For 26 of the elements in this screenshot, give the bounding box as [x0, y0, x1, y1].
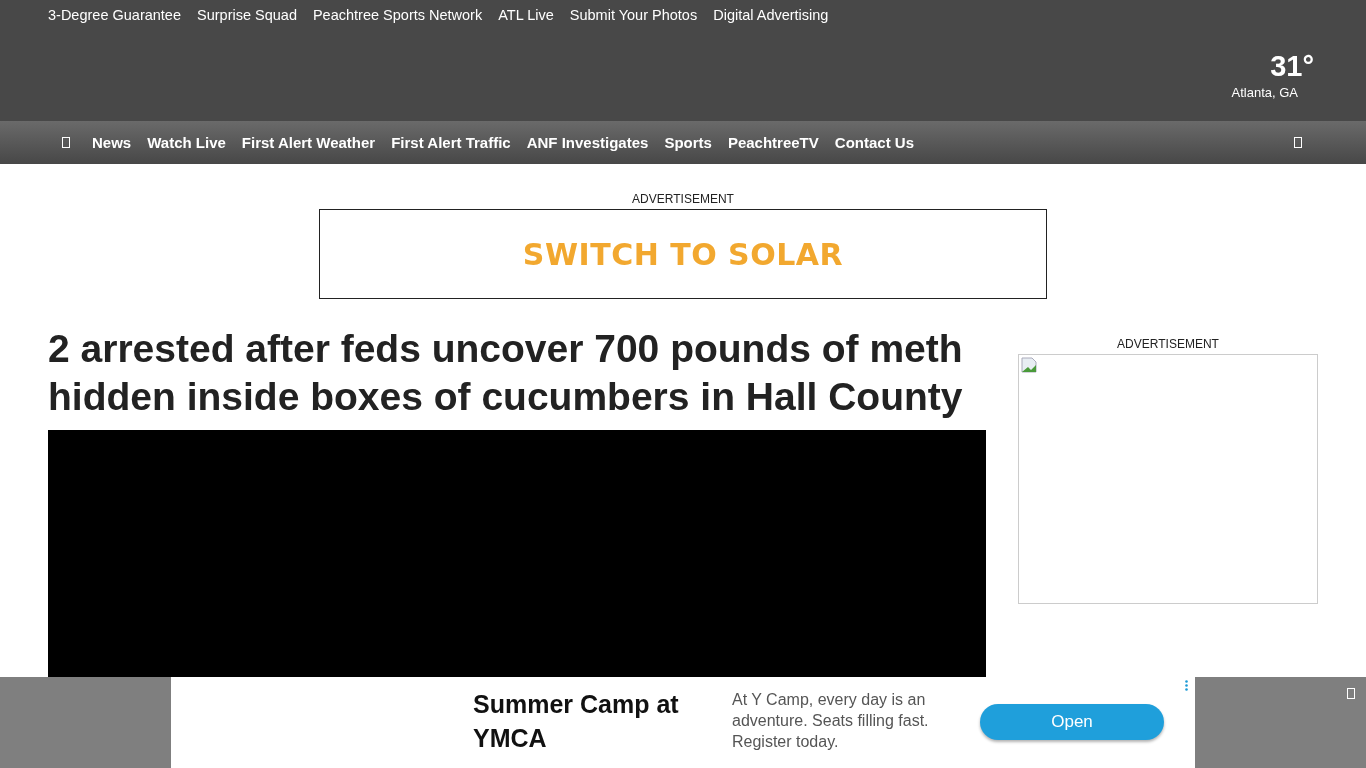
missing-glyph-icon[interactable]	[62, 137, 70, 148]
location: Atlanta, GA	[1231, 85, 1298, 100]
ad-label: ADVERTISEMENT	[1117, 337, 1219, 351]
nav-link[interactable]: First Alert Weather	[241, 134, 376, 151]
top-link[interactable]: Surprise Squad	[197, 7, 297, 23]
nav-link[interactable]: ANF Investigates	[526, 134, 649, 151]
missing-glyph-icon[interactable]	[1347, 688, 1355, 699]
options-icon[interactable]	[1185, 680, 1188, 691]
nav-link[interactable]: PeachtreeTV	[727, 134, 819, 151]
nav-link[interactable]: Contact Us	[834, 134, 914, 151]
top-link[interactable]: Digital Advertising	[713, 7, 829, 23]
broken-image-icon	[1021, 357, 1037, 373]
nav-link[interactable]: News	[92, 134, 132, 151]
ad-label: ADVERTISEMENT	[632, 192, 734, 206]
ad-title: Summer Camp at YMCA	[473, 689, 680, 754]
missing-glyph-icon[interactable]	[1294, 137, 1302, 148]
nav-link[interactable]: First Alert Traffic	[391, 134, 511, 151]
top-link[interactable]: 3-Degree Guarantee	[48, 7, 181, 23]
top-link[interactable]: Submit Your Photos	[569, 7, 698, 23]
ad-text: At Y Camp, every day is an adventure. Seats filling fast. Register today.	[732, 690, 930, 752]
temperature: 31°	[1270, 50, 1314, 83]
top-link[interactable]: ATL Live	[498, 7, 554, 23]
top-link[interactable]: Peachtree Sports Network	[312, 7, 483, 23]
nav-link[interactable]: Sports	[664, 134, 712, 151]
article-headline: 2 arrested after feds uncover 700 pounds of meth hidden inside boxes of cucumbers in Hall County	[48, 326, 964, 420]
nav-link[interactable]: Watch Live	[147, 134, 226, 151]
